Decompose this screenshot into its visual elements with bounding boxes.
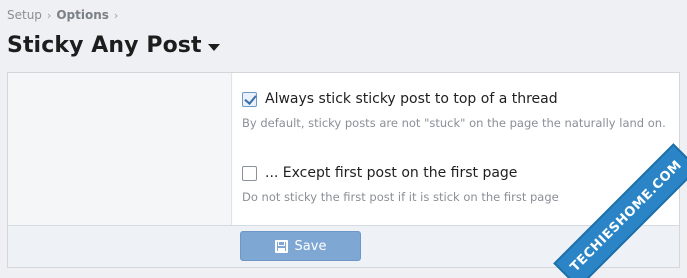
option-always-stick-row[interactable]: Always stick sticky post to top of a thr… [242, 91, 666, 107]
page-title[interactable]: Sticky Any Post [7, 33, 220, 58]
option-always-stick: Always stick sticky post to top of a thr… [242, 91, 666, 130]
breadcrumb-separator-icon: › [46, 8, 52, 22]
options-label-column [8, 73, 232, 225]
breadcrumb-item-setup[interactable]: Setup [7, 8, 42, 22]
option-hint: By default, sticky posts are not "stuck"… [242, 116, 666, 130]
option-except-first-post-row[interactable]: ... Except first post on the first page [242, 165, 559, 181]
option-except-first-post: ... Except first post on the first page … [242, 165, 559, 204]
except-first-post-checkbox[interactable] [242, 165, 257, 181]
page-title-text: Sticky Any Post [7, 33, 202, 58]
options-control-column: Always stick sticky post to top of a thr… [233, 73, 679, 225]
save-icon [274, 239, 288, 253]
caret-down-icon[interactable] [207, 43, 220, 51]
save-button[interactable]: Save [240, 231, 361, 261]
save-button-label: Save [294, 238, 327, 254]
always-stick-checkbox[interactable] [242, 91, 257, 107]
breadcrumb-separator-icon: › [113, 8, 119, 22]
breadcrumb: Setup › Options › [7, 8, 118, 22]
option-hint: Do not sticky the first post if it is st… [242, 190, 559, 204]
breadcrumb-item-options[interactable]: Options [56, 8, 109, 22]
option-label: ... Except first post on the first page [265, 165, 518, 181]
option-label: Always stick sticky post to top of a thr… [265, 91, 558, 107]
